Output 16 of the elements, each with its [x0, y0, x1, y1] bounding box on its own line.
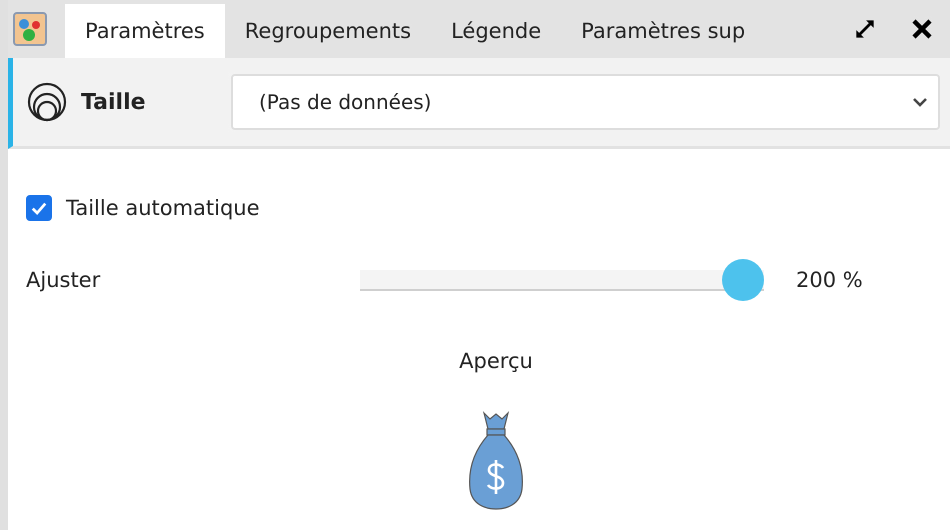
- preview-label: Aperçu: [459, 349, 533, 373]
- close-icon[interactable]: [910, 17, 934, 41]
- section-title: Taille: [81, 90, 147, 114]
- slider-thumb[interactable]: [722, 259, 764, 301]
- tab[interactable]: Regroupements: [224, 4, 432, 58]
- tab[interactable]: Légende: [431, 4, 562, 58]
- tab[interactable]: Paramètres: [65, 4, 225, 58]
- checkbox[interactable]: [26, 195, 52, 221]
- slider-label: Ajuster: [26, 268, 102, 292]
- app-icon[interactable]: [13, 12, 47, 46]
- dropdown[interactable]: (Pas de données): [231, 74, 940, 130]
- chevron-down-icon: [912, 97, 928, 107]
- tab[interactable]: Paramètres sup: [561, 4, 766, 58]
- checkbox-label: Taille automatique: [66, 196, 260, 220]
- concentric-circles-icon: [27, 82, 67, 122]
- slider-value: 200 %: [796, 268, 863, 292]
